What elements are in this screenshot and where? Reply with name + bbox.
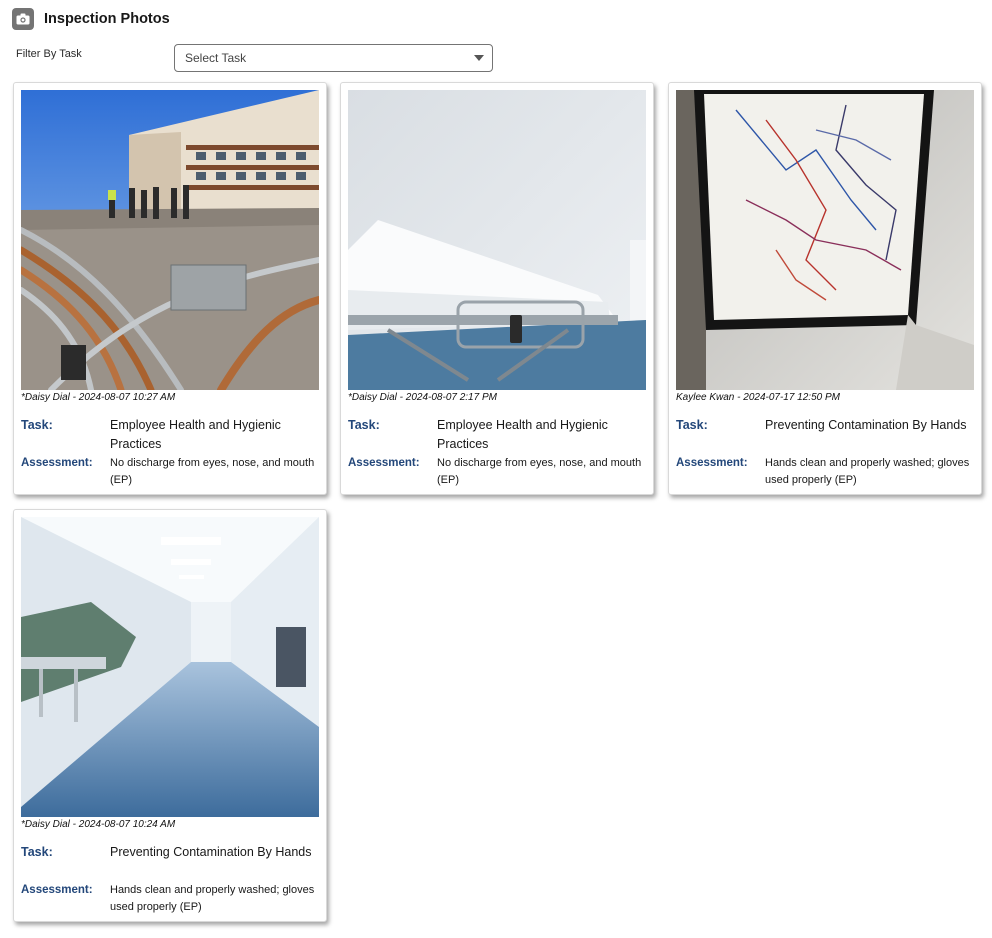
filter-label: Filter By Task [16, 48, 82, 60]
photo-caption: Kaylee Kwan - 2024-07-17 12:50 PM [676, 392, 840, 403]
task-label: Task: [21, 418, 53, 432]
task-filter-select[interactable]: Select Task [174, 44, 493, 72]
assessment-value: No discharge from eyes, nose, and mouth … [110, 457, 315, 486]
framed-map-photo[interactable] [676, 90, 974, 390]
page-title: Inspection Photos [44, 11, 170, 27]
assessment-row: Assessment: No discharge from eyes, nose… [348, 455, 642, 489]
assessment-value: Hands clean and properly washed; gloves … [110, 884, 315, 913]
hospital-bed-photo[interactable] [348, 90, 646, 390]
task-value: Employee Health and Hygienic Practices [110, 418, 281, 451]
task-filter-value: Select Task [185, 51, 247, 65]
photo-card: *Daisy Dial - 2024-08-07 10:24 AM Task: … [13, 509, 327, 922]
hospital-corridor-photo[interactable] [21, 517, 319, 817]
assessment-value: No discharge from eyes, nose, and mouth … [437, 457, 642, 486]
photo-caption: *Daisy Dial - 2024-08-07 10:24 AM [21, 819, 176, 830]
task-row: Task: Employee Health and Hygienic Pract… [21, 416, 315, 454]
assessment-label: Assessment: [21, 457, 93, 469]
task-value: Preventing Contamination By Hands [765, 418, 967, 432]
assessment-label: Assessment: [21, 884, 93, 896]
task-label: Task: [676, 418, 708, 432]
photo-caption: *Daisy Dial - 2024-08-07 10:27 AM [21, 392, 176, 403]
assessment-label: Assessment: [676, 457, 748, 469]
rooftop-photo[interactable] [21, 90, 319, 390]
task-row: Task: Preventing Contamination By Hands [21, 843, 315, 862]
task-label: Task: [21, 845, 53, 859]
photo-card: *Daisy Dial - 2024-08-07 10:27 AM Task: … [13, 82, 327, 495]
photo-card: *Daisy Dial - 2024-08-07 2:17 PM Task: E… [340, 82, 654, 495]
assessment-label: Assessment: [348, 457, 420, 469]
task-row: Task: Preventing Contamination By Hands [676, 416, 970, 435]
chevron-down-icon [474, 55, 484, 61]
task-value: Preventing Contamination By Hands [110, 845, 312, 859]
camera-icon [12, 8, 34, 30]
assessment-row: Assessment: No discharge from eyes, nose… [21, 455, 315, 489]
photo-caption: *Daisy Dial - 2024-08-07 2:17 PM [348, 392, 497, 403]
assessment-row: Assessment: Hands clean and properly was… [21, 882, 315, 916]
assessment-value: Hands clean and properly washed; gloves … [765, 457, 970, 486]
photo-card: Kaylee Kwan - 2024-07-17 12:50 PM Task: … [668, 82, 982, 495]
page-header: Inspection Photos [12, 8, 170, 30]
task-value: Employee Health and Hygienic Practices [437, 418, 608, 451]
assessment-row: Assessment: Hands clean and properly was… [676, 455, 970, 489]
task-row: Task: Employee Health and Hygienic Pract… [348, 416, 642, 454]
task-label: Task: [348, 418, 380, 432]
